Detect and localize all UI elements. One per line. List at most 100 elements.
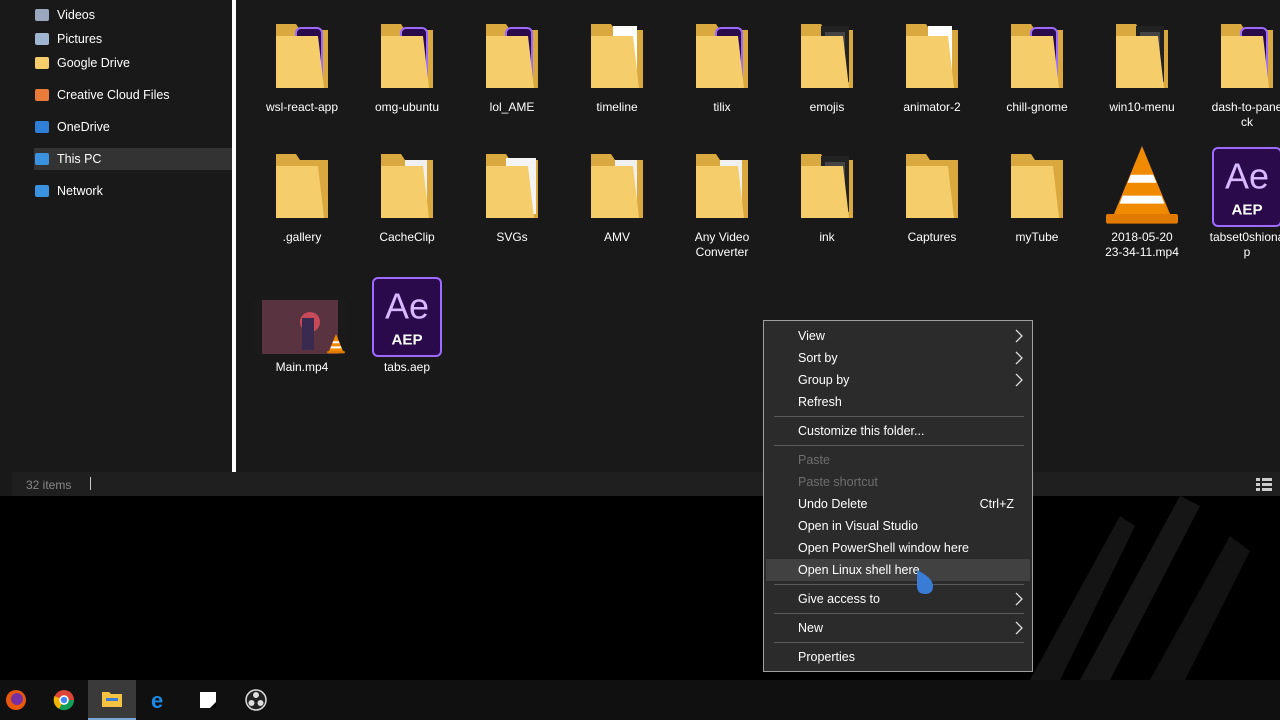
- menu-item-label: New: [798, 621, 824, 635]
- menu-item-open-linux-shell-here[interactable]: Open Linux shell here: [766, 559, 1030, 581]
- mouse-cursor-icon: [917, 570, 933, 594]
- svg-text:Ae: Ae: [1225, 156, 1269, 197]
- vlc-cone-icon: [1102, 146, 1182, 228]
- folder-ae-icon: Ae AEP: [367, 16, 447, 98]
- menu-item-new[interactable]: New: [766, 617, 1030, 639]
- file-item[interactable]: myTube: [987, 146, 1087, 245]
- file-item[interactable]: AMV: [567, 146, 667, 245]
- file-item[interactable]: Ae AEP wsl-react-app: [252, 16, 352, 115]
- file-name: wsl-react-app: [265, 100, 339, 114]
- file-item[interactable]: ink: [777, 146, 877, 245]
- folder-ae-icon: Ae AEP: [682, 16, 762, 98]
- file-name: tabset0shiona p: [1209, 230, 1280, 259]
- sidebar-item-pictures[interactable]: Pictures: [34, 28, 243, 50]
- sidebar-item-google-drive[interactable]: Google Drive: [34, 52, 243, 74]
- menu-item-give-access-to[interactable]: Give access to: [766, 588, 1030, 610]
- file-explorer-icon[interactable]: [88, 680, 136, 720]
- file-item[interactable]: win10-menu: [1092, 16, 1192, 115]
- details-view-icon[interactable]: [1256, 477, 1272, 491]
- file-name: chill-gnome: [1006, 100, 1068, 114]
- sidebar-item-onedrive[interactable]: OneDrive: [34, 116, 242, 138]
- folder-icon: [997, 146, 1077, 228]
- chevron-right-icon: [1014, 351, 1024, 365]
- videos-folder-icon: [34, 8, 50, 22]
- status-bar: 32 items: [12, 472, 1280, 496]
- menu-separator: [774, 416, 1024, 417]
- menu-item-open-powershell-window-here[interactable]: Open PowerShell window here: [766, 537, 1030, 559]
- sidebar-item-network[interactable]: Network: [34, 180, 242, 202]
- menu-item-properties[interactable]: Properties: [766, 646, 1030, 668]
- file-list-area[interactable]: Ae AEP wsl-react-app Ae AEP omg-ubuntu A…: [236, 0, 1280, 472]
- obs-icon[interactable]: [232, 680, 280, 720]
- menu-item-customize-this-folder[interactable]: Customize this folder...: [766, 420, 1030, 442]
- file-explorer-window: Videos Pictures Google Drive Creative Cloud…: [0, 0, 1280, 496]
- navigation-pane: Videos Pictures Google Drive Creative Cloud…: [12, 0, 243, 472]
- folder-image-icon: [1102, 16, 1182, 98]
- menu-item-label: Undo Delete: [798, 497, 868, 511]
- file-item[interactable]: .gallery: [252, 146, 352, 245]
- folder-icon: [262, 146, 342, 228]
- monitor-icon: [34, 152, 50, 166]
- file-item[interactable]: Ae AEP tabs.aep: [357, 276, 457, 375]
- folder-ae-icon: Ae AEP: [472, 16, 552, 98]
- svg-text:AEP: AEP: [1231, 201, 1262, 218]
- folder-image-icon: [787, 146, 867, 228]
- menu-item-refresh[interactable]: Refresh: [766, 391, 1030, 413]
- menu-item-group-by[interactable]: Group by: [766, 369, 1030, 391]
- menu-item-open-in-visual-studio[interactable]: Open in Visual Studio: [766, 515, 1030, 537]
- menu-item-label: Paste: [798, 453, 830, 467]
- sidebar-item-label: Creative Cloud Files: [57, 88, 170, 102]
- folder-ae-icon: Ae AEP: [997, 16, 1077, 98]
- ae-file-icon: Ae AEP: [1207, 146, 1280, 228]
- chevron-right-icon: [1014, 329, 1024, 343]
- menu-item-label: Paste shortcut: [798, 475, 878, 489]
- onedrive-cloud-icon: [34, 120, 50, 134]
- folder-svg-icon: EPS: [472, 146, 552, 228]
- sidebar-item-label: Network: [57, 184, 103, 198]
- google-drive-folder-icon: [34, 56, 50, 70]
- file-item[interactable]: Ae AEP tilix: [672, 16, 772, 115]
- file-item[interactable]: 2018-05-20 23-34-11.mp4: [1092, 146, 1192, 260]
- file-name: Main.mp4: [275, 360, 329, 374]
- sidebar-item-label: Pictures: [57, 32, 103, 46]
- file-item[interactable]: animator-2: [882, 16, 982, 115]
- file-item[interactable]: emojis: [777, 16, 877, 115]
- file-item[interactable]: Ae AEP dash-to-paneck: [1197, 16, 1280, 130]
- sidebar-item-label: This PC: [57, 152, 102, 166]
- firefox-icon[interactable]: [0, 680, 40, 720]
- menu-item-label: View: [798, 329, 825, 343]
- desktop-wallpaper: [1030, 496, 1250, 680]
- ae-file-icon: Ae AEP: [367, 276, 447, 358]
- sidebar-item-creative-cloud-files[interactable]: Creative Cloud Files: [34, 84, 242, 106]
- svg-text:Ae: Ae: [385, 286, 429, 327]
- menu-separator: [774, 584, 1024, 585]
- menu-item-view[interactable]: View: [766, 325, 1030, 347]
- sidebar-item-this-pc[interactable]: This PC: [34, 148, 242, 170]
- file-item[interactable]: timeline: [567, 16, 667, 115]
- sidebar-item-videos[interactable]: Videos: [34, 4, 243, 26]
- file-item[interactable]: Captures: [882, 146, 982, 245]
- file-item[interactable]: CacheClip: [357, 146, 457, 245]
- chevron-right-icon: [1014, 592, 1024, 606]
- file-name: Any Video Converter: [694, 230, 750, 259]
- file-item[interactable]: Ae AEP chill-gnome: [987, 16, 1087, 115]
- file-name: AMV: [603, 230, 630, 244]
- file-name: Captures: [907, 230, 957, 244]
- menu-shortcut: Ctrl+Z: [979, 497, 1014, 511]
- sticky-notes-icon[interactable]: [184, 680, 232, 720]
- chrome-icon[interactable]: [40, 680, 88, 720]
- sidebar-item-label: OneDrive: [57, 120, 110, 134]
- file-item[interactable]: Main.mp4: [252, 276, 352, 375]
- file-item[interactable]: Any Video Converter: [672, 146, 772, 260]
- menu-item-sort-by[interactable]: Sort by: [766, 347, 1030, 369]
- file-item[interactable]: Ae AEP lol_AME: [462, 16, 562, 115]
- menu-item-undo-delete[interactable]: Undo Delete Ctrl+Z: [766, 493, 1030, 515]
- network-icon: [34, 184, 50, 198]
- file-name: timeline: [596, 100, 638, 114]
- file-item[interactable]: Ae AEP tabset0shiona p: [1197, 146, 1280, 260]
- file-name: omg-ubuntu: [374, 100, 440, 114]
- svg-text:AEP: AEP: [391, 331, 422, 348]
- file-item[interactable]: EPS SVGs: [462, 146, 562, 245]
- file-item[interactable]: Ae AEP omg-ubuntu: [357, 16, 457, 115]
- edge-icon[interactable]: e: [136, 680, 184, 720]
